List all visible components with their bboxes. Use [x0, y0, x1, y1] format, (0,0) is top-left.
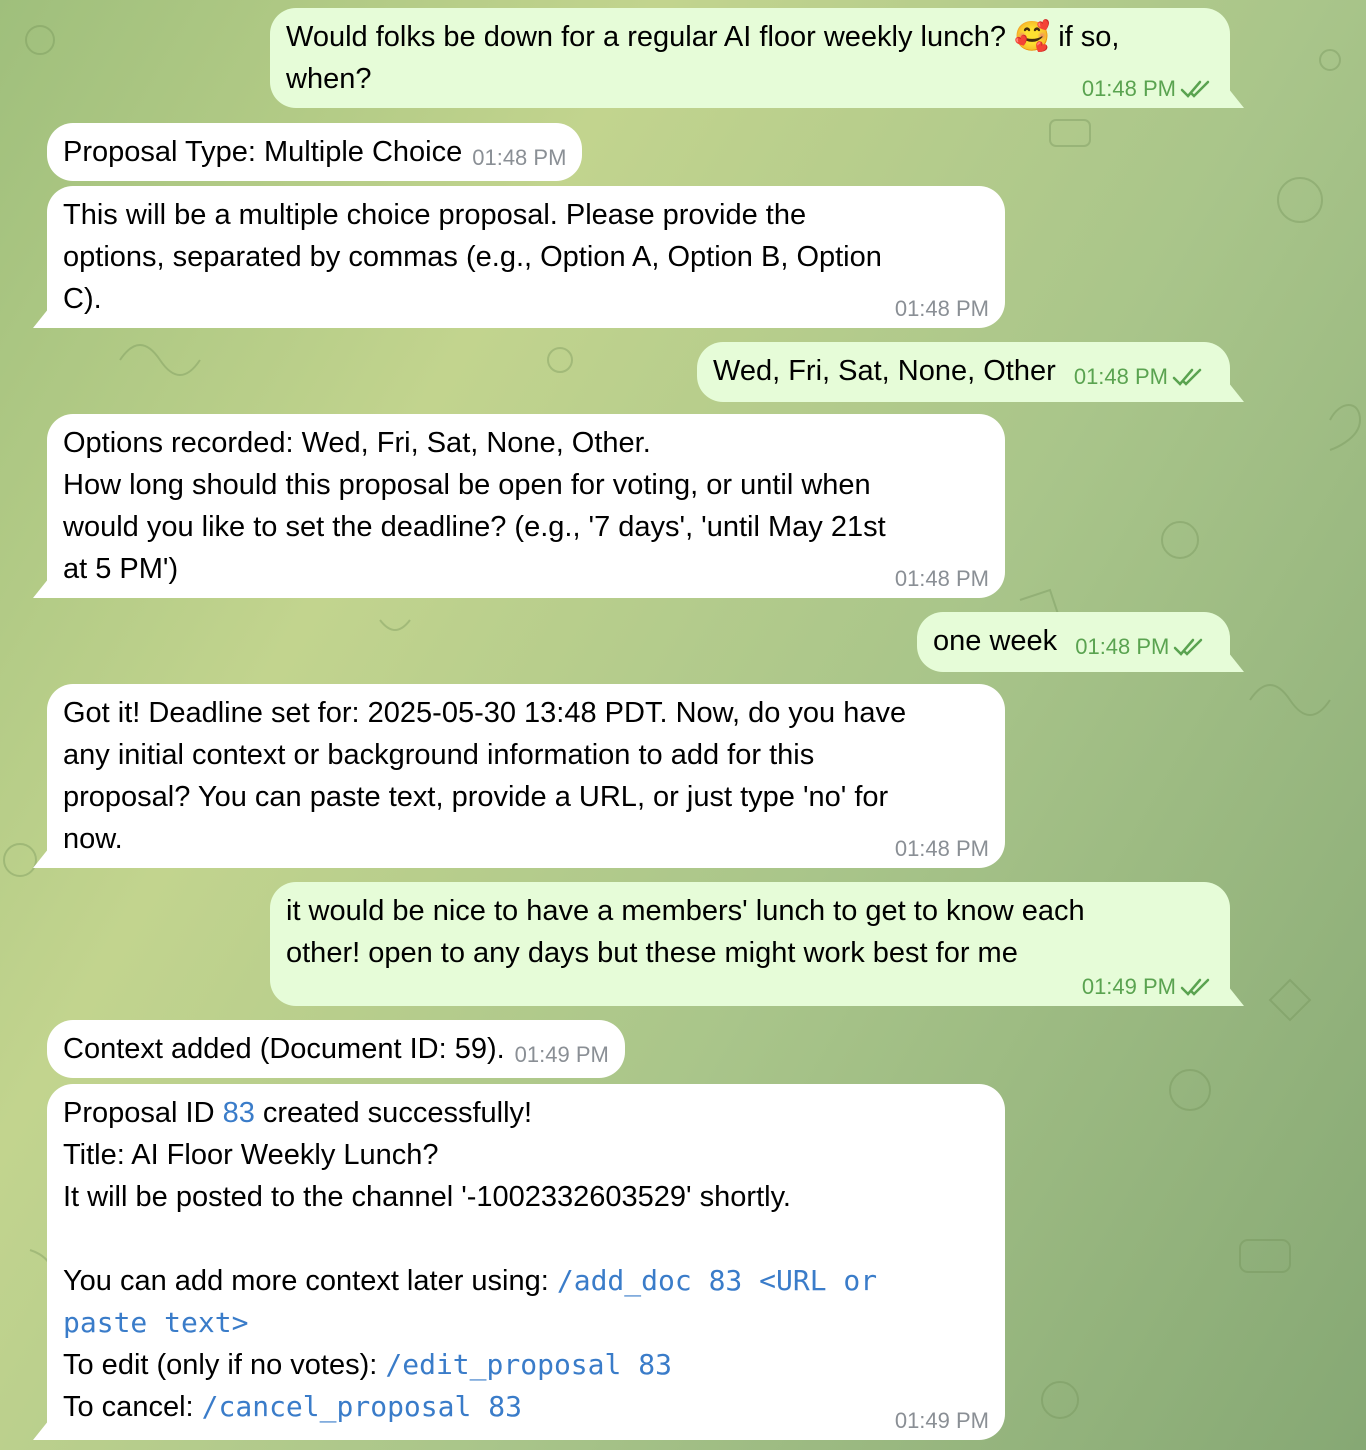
message-text: Would folks be down for a regular AI flo… [286, 21, 1120, 95]
add-doc-command-cont[interactable]: paste text> [63, 1306, 248, 1339]
message-text: it would be nice to have a members' lunc… [286, 895, 1085, 969]
message-time: 01:48 PM [894, 566, 989, 591]
message-incoming-options-request[interactable]: This will be a multiple choice proposal.… [47, 186, 1005, 328]
message-outgoing-options[interactable]: Wed, Fri, Sat, None, Other 01:48 PM [697, 342, 1230, 402]
message-incoming-proposal-created[interactable]: Proposal ID 83 created successfully! Tit… [47, 1084, 1005, 1440]
double-check-icon [1180, 79, 1214, 99]
message-time: 01:48 PM [894, 296, 989, 321]
message-text: This will be a multiple choice proposal.… [63, 199, 882, 315]
message-time: 01:49 PM [894, 1408, 989, 1433]
message-text: Wed, Fri, Sat, None, Other [713, 355, 1056, 387]
message-text: Proposal ID 83 created successfully! Tit… [63, 1092, 989, 1428]
proposal-id-link[interactable]: 83 [223, 1097, 255, 1129]
message-text: Options recorded: Wed, Fri, Sat, None, O… [63, 427, 886, 585]
edit-proposal-command[interactable]: /edit_proposal 83 [385, 1348, 672, 1381]
message-incoming-proposal-type[interactable]: Proposal Type: Multiple Choice 01:48 PM [47, 123, 583, 181]
message-time: 01:48 PM [1075, 634, 1170, 659]
message-text: Proposal Type: Multiple Choice [63, 136, 463, 168]
message-outgoing-one-week[interactable]: one week 01:48 PM [917, 612, 1230, 672]
message-meta: 01:49 PM [515, 1042, 609, 1068]
line-cancel: To cancel: /cancel_proposal 83 [63, 1390, 522, 1423]
message-time: 01:48 PM [1073, 364, 1168, 389]
message-time: 01:48 PM [894, 836, 989, 861]
line-add-doc: You can add more context later using: /a… [63, 1264, 878, 1297]
message-time: 01:49 PM [514, 1042, 609, 1067]
line-add-doc-cont: paste text> [63, 1302, 989, 1344]
double-check-icon [1172, 367, 1206, 387]
message-time: 01:48 PM [1081, 76, 1176, 101]
message-incoming-deadline-request[interactable]: Options recorded: Wed, Fri, Sat, None, O… [47, 414, 1005, 598]
message-incoming-context-request[interactable]: Got it! Deadline set for: 2025-05-30 13:… [47, 684, 1005, 868]
message-text: Got it! Deadline set for: 2025-05-30 13:… [63, 697, 907, 855]
message-meta: 01:48 PM [1082, 76, 1214, 102]
message-meta: 01:48 PM [1074, 364, 1206, 390]
message-time: 01:48 PM [472, 145, 567, 170]
message-meta: 01:48 PM [1075, 634, 1207, 660]
message-outgoing-lunch-question[interactable]: Would folks be down for a regular AI flo… [270, 8, 1230, 108]
message-meta: 01:48 PM [895, 296, 989, 322]
line-proposal-created: Proposal ID 83 created successfully! [63, 1097, 533, 1129]
double-check-icon [1180, 977, 1214, 997]
message-meta: 01:49 PM [1082, 974, 1214, 1000]
line-channel: It will be posted to the channel '-10023… [63, 1181, 791, 1213]
message-incoming-context-added[interactable]: Context added (Document ID: 59). 01:49 PM [47, 1020, 625, 1078]
message-meta: 01:48 PM [895, 566, 989, 592]
add-doc-command[interactable]: /add_doc 83 <URL or [557, 1264, 877, 1297]
line-title: Title: AI Floor Weekly Lunch? [63, 1139, 439, 1171]
message-outgoing-context[interactable]: it would be nice to have a members' lunc… [270, 882, 1230, 1006]
cancel-proposal-command[interactable]: /cancel_proposal 83 [202, 1390, 522, 1423]
message-meta: 01:49 PM [895, 1408, 989, 1434]
message-text: one week [933, 625, 1058, 657]
message-text: Context added (Document ID: 59). [63, 1033, 505, 1065]
double-check-icon [1173, 637, 1207, 657]
message-meta: 01:48 PM [895, 836, 989, 862]
line-edit: To edit (only if no votes): /edit_propos… [63, 1348, 672, 1381]
message-meta: 01:48 PM [472, 145, 566, 171]
message-time: 01:49 PM [1081, 974, 1176, 999]
